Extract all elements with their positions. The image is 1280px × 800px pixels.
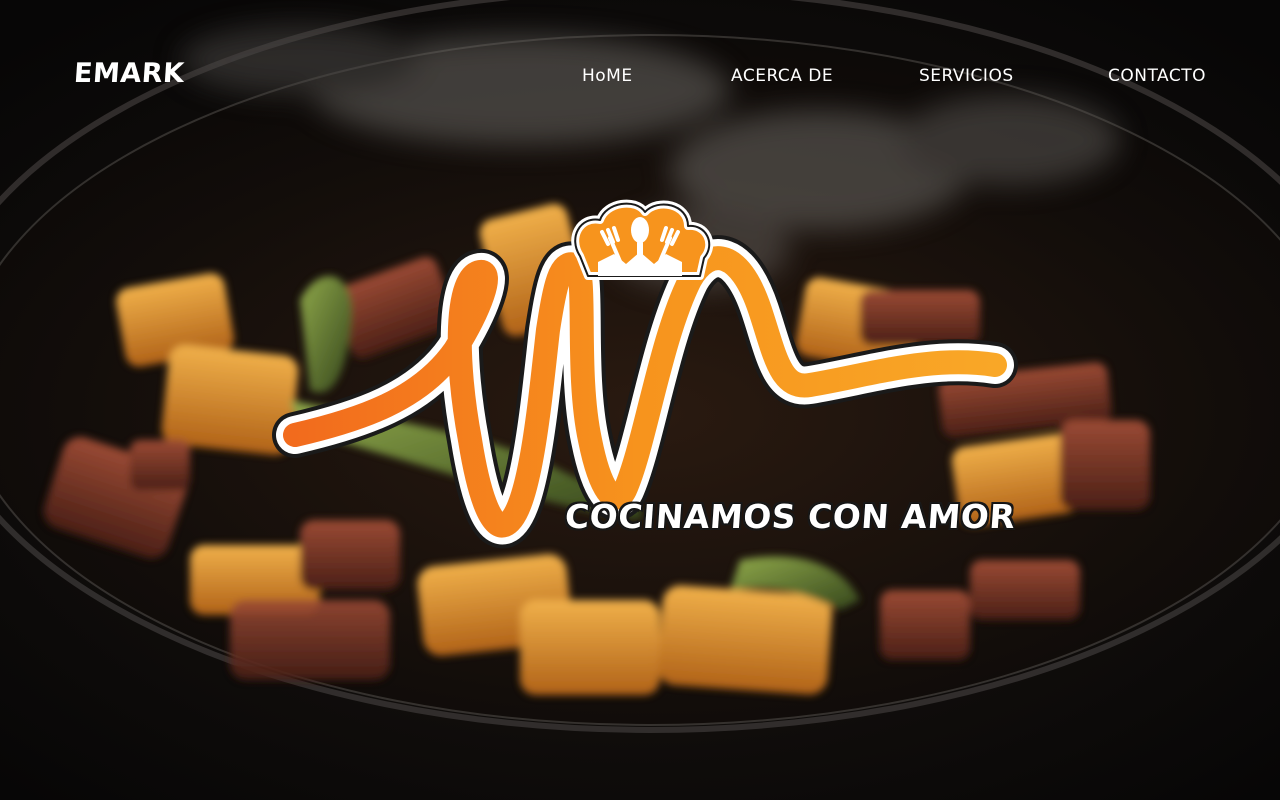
top-navbar: EMARK HoME ACERCA DE SERVICIOS CONTACTO bbox=[0, 0, 1280, 150]
brand-logo-text[interactable]: EMARK bbox=[73, 58, 186, 89]
nav-contacto[interactable]: CONTACTO bbox=[1108, 66, 1206, 86]
hero-section: EMARK HoME ACERCA DE SERVICIOS CONTACTO bbox=[0, 0, 1280, 800]
hero-tagline: COCINAMOS CON AMOR bbox=[563, 497, 1017, 536]
nav-servicios[interactable]: SERVICIOS bbox=[919, 66, 1014, 86]
nav-acerca-de[interactable]: ACERCA DE bbox=[731, 66, 833, 86]
nav-home[interactable]: HoME bbox=[582, 66, 633, 86]
